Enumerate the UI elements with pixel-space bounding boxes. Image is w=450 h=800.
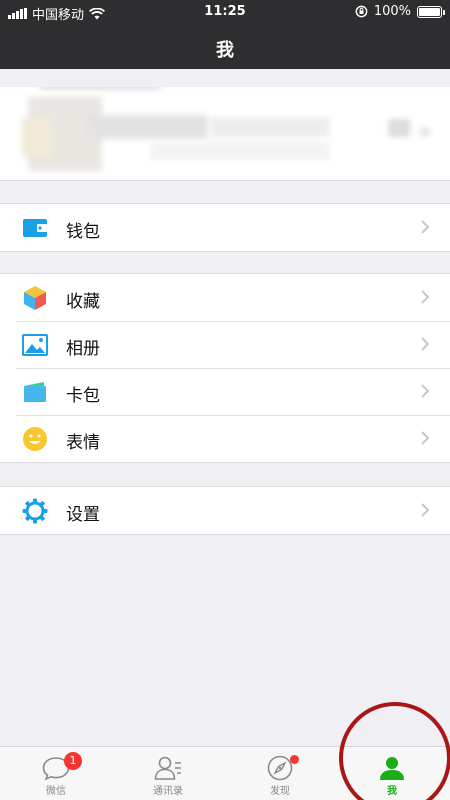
gear-icon <box>22 498 48 524</box>
profile-card[interactable] <box>0 87 450 181</box>
chevron-right-icon <box>421 431 430 445</box>
contacts-icon <box>154 756 181 780</box>
chevron-right-icon <box>421 503 430 517</box>
chevron-right-icon <box>421 337 430 351</box>
favorites-cube-icon <box>22 285 48 311</box>
settings-group: 设置 <box>0 486 450 535</box>
battery-icon <box>417 5 445 18</box>
menu-item-label: 卡包 <box>66 386 100 406</box>
status-bar: 中国移动 11:25 100% <box>0 0 450 24</box>
annotation-circle <box>339 702 450 800</box>
tab-label: 发现 <box>270 786 290 797</box>
unread-badge: 1 <box>64 752 82 770</box>
menu-item-album[interactable]: 相册 <box>0 321 450 368</box>
top-bar: 中国移动 11:25 100% 我 <box>0 0 450 69</box>
chevron-right-icon <box>421 290 430 304</box>
wallet-icon <box>22 215 48 241</box>
menu-item-card-pack[interactable]: 卡包 <box>0 368 450 415</box>
menu-item-label: 收藏 <box>66 292 100 312</box>
tab-discover[interactable]: 发现 <box>224 747 336 800</box>
orientation-lock-icon <box>355 5 368 18</box>
smiley-icon <box>22 426 48 452</box>
tab-label: 通讯录 <box>153 786 183 797</box>
menu-item-stickers[interactable]: 表情 <box>0 415 450 462</box>
photo-album-icon <box>22 332 48 358</box>
tab-contacts[interactable]: 通讯录 <box>112 747 224 800</box>
new-content-dot <box>290 755 299 764</box>
collections-group: 收藏 相册 卡包 表情 <box>0 273 450 463</box>
menu-item-label: 钱包 <box>66 222 100 242</box>
wallet-group: 钱包 <box>0 203 450 252</box>
menu-item-label: 相册 <box>66 339 100 359</box>
menu-item-settings[interactable]: 设置 <box>0 487 450 534</box>
chevron-right-icon <box>421 220 430 234</box>
card-pack-icon <box>22 379 48 405</box>
tab-chats[interactable]: 1 微信 <box>0 747 112 800</box>
battery-percent: 100% <box>373 4 411 19</box>
menu-item-label: 设置 <box>66 505 100 525</box>
chevron-right-icon <box>421 384 430 398</box>
menu-item-wallet[interactable]: 钱包 <box>0 204 450 251</box>
menu-item-label: 表情 <box>66 433 100 453</box>
page-title: 我 <box>216 40 234 61</box>
menu-item-favorites[interactable]: 收藏 <box>0 274 450 321</box>
tab-label: 微信 <box>46 786 66 797</box>
